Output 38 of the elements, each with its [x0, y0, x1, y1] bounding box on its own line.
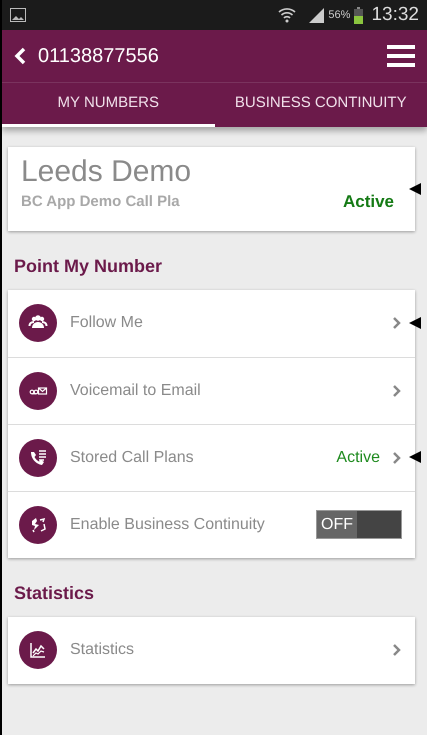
battery-icon	[354, 6, 364, 24]
back-button[interactable]: 01138877556	[14, 41, 159, 71]
item-label: Enable Business Continuity	[70, 514, 265, 534]
call-plan-name: BC App Demo Call Pla	[21, 192, 180, 212]
list-item[interactable]: Voicemail to Email	[8, 356, 415, 424]
clock-time: 13:32	[371, 2, 419, 27]
item-label: Statistics	[70, 640, 134, 660]
toggle-switch[interactable]: OFF	[316, 510, 402, 539]
section-heading: Statistics	[13, 582, 96, 604]
chevron-icon	[392, 316, 401, 330]
people-icon	[19, 304, 57, 342]
status-label: Active	[336, 448, 380, 468]
status-label: Active	[342, 191, 394, 213]
section-heading: Point My Number	[13, 254, 164, 278]
arrows-icon	[19, 506, 57, 544]
phone-list-icon	[19, 438, 57, 476]
image-notification-icon	[10, 8, 26, 22]
chevron-icon	[392, 450, 401, 464]
chevron-icon	[392, 384, 401, 398]
item-label: Voicemail to Email	[70, 380, 201, 400]
plan-card[interactable]: Leeds Demo BC App Demo Call Pla Active	[8, 147, 415, 230]
tab[interactable]: MY NUMBERS	[2, 83, 214, 127]
chevron-icon	[392, 643, 401, 657]
item-label: Follow Me	[70, 313, 143, 333]
list-item[interactable]: Statistics	[8, 616, 415, 684]
tab[interactable]: BUSINESS CONTINUITY	[214, 83, 427, 127]
list-item[interactable]: Stored Call Plans Active	[8, 424, 415, 490]
wifi-icon	[278, 7, 296, 23]
back-chevron-icon	[14, 47, 26, 65]
list-item[interactable]: Follow Me	[8, 290, 415, 356]
plan-name: Leeds Demo	[21, 155, 192, 189]
menu-button[interactable]	[387, 45, 415, 67]
battery-percent: 56%	[328, 8, 350, 23]
voicemail-icon	[19, 372, 57, 410]
signal-icon	[308, 7, 324, 23]
item-label: Stored Call Plans	[70, 448, 194, 468]
phone-number-title: 01138877556	[38, 44, 159, 69]
chart-icon	[19, 631, 57, 669]
